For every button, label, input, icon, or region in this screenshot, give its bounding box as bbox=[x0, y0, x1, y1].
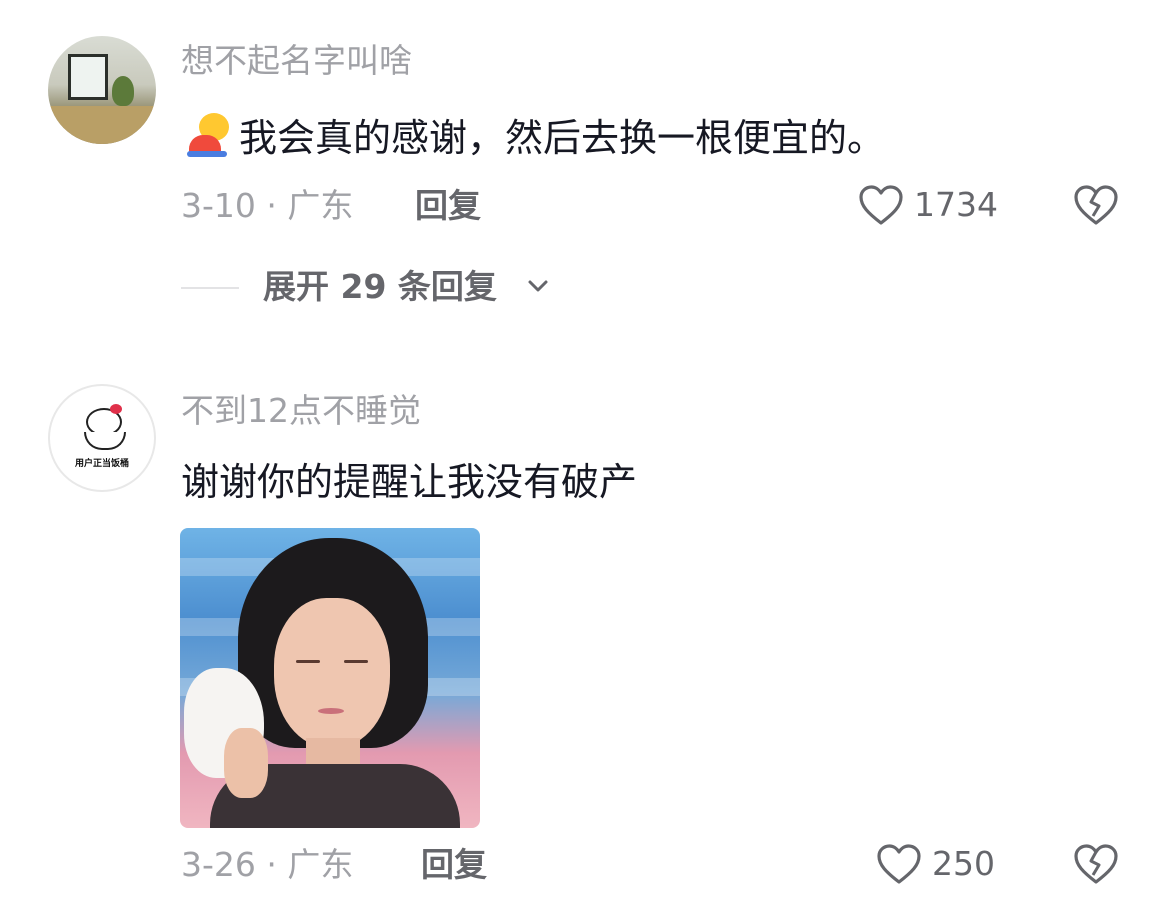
kitty-bow bbox=[110, 404, 122, 414]
person-bowing-emoji-icon bbox=[187, 113, 231, 157]
reply-button[interactable]: 回复 bbox=[421, 848, 487, 881]
comment-username[interactable]: 不到12点不睡觉 bbox=[181, 394, 421, 427]
like-count: 1734 bbox=[914, 185, 998, 224]
comment-gif-image[interactable] bbox=[180, 528, 480, 828]
chevron-down-icon bbox=[528, 280, 548, 292]
reply-button[interactable]: 回复 bbox=[415, 189, 481, 222]
avatar-text: 用户正当饭桶 bbox=[74, 459, 129, 469]
comment-username[interactable]: 想不起名字叫啥 bbox=[181, 44, 412, 77]
comment-date-location: 3-10 · 广东 bbox=[181, 186, 354, 225]
kitty-bowl bbox=[84, 432, 126, 450]
like-button[interactable]: 1734 bbox=[858, 184, 1008, 228]
broken-heart-icon[interactable] bbox=[1073, 843, 1119, 885]
comment-text-row: 我会真的感谢，然后去换一根便宜的。 bbox=[187, 113, 885, 157]
comment-text: 谢谢你的提醒让我没有破产 bbox=[181, 460, 638, 504]
heart-icon bbox=[877, 844, 921, 884]
expand-divider bbox=[181, 287, 239, 289]
broken-heart-icon[interactable] bbox=[1073, 184, 1119, 226]
expand-replies-button[interactable]: 展开 29 条回复 bbox=[181, 270, 561, 310]
avatar-window bbox=[68, 54, 108, 100]
avatar-floor bbox=[48, 106, 156, 144]
like-count: 250 bbox=[932, 844, 995, 883]
expand-replies-label: 展开 29 条回复 bbox=[263, 267, 497, 306]
like-button[interactable]: 250 bbox=[876, 843, 1008, 887]
comment-date-location: 3-26 · 广东 bbox=[181, 845, 354, 884]
avatar-plant bbox=[112, 76, 134, 106]
comment-text: 我会真的感谢，然后去换一根便宜的。 bbox=[239, 116, 886, 160]
avatar[interactable] bbox=[48, 36, 156, 144]
avatar[interactable]: 用户正当饭桶 bbox=[48, 384, 156, 492]
heart-icon bbox=[859, 185, 903, 225]
